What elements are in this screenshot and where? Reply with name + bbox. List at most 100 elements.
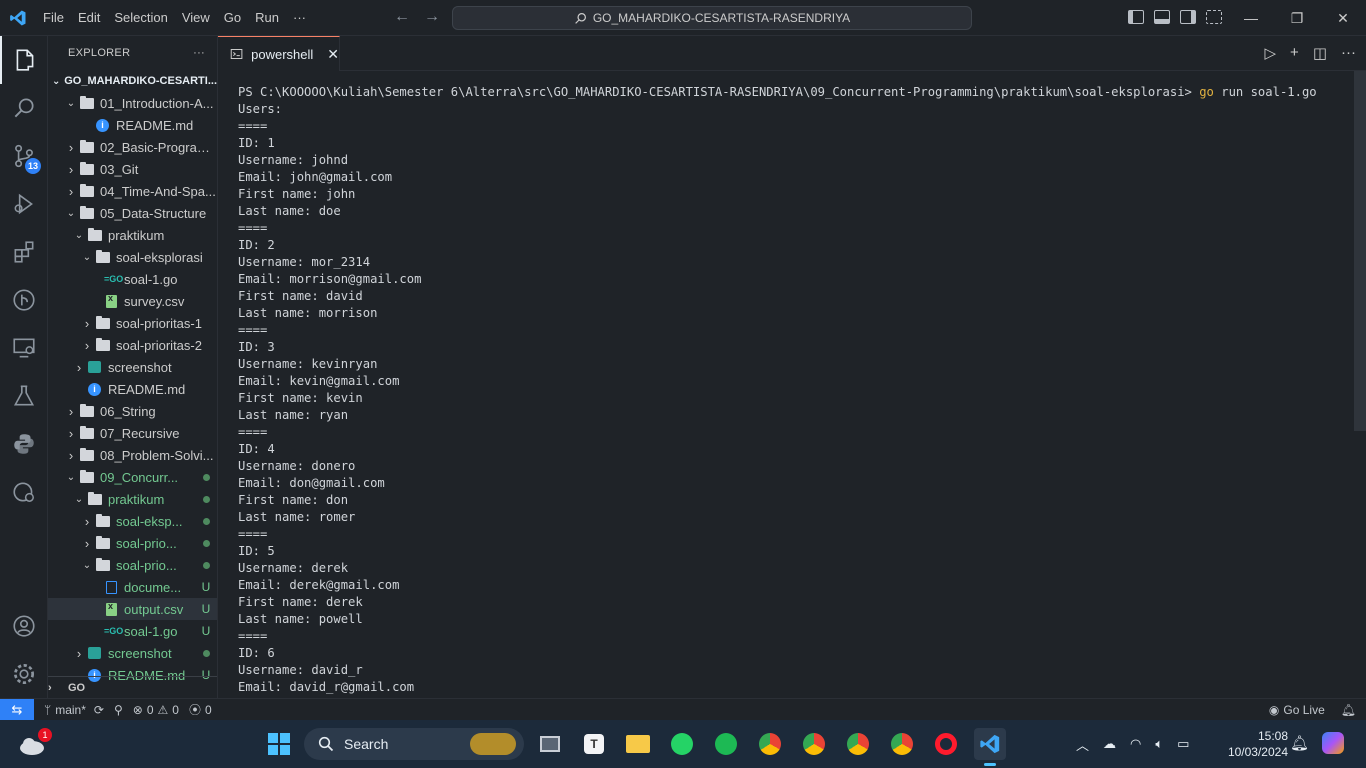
close-icon[interactable]: ✕ (327, 46, 339, 63)
accounts-icon[interactable] (0, 602, 48, 650)
copilot-icon[interactable] (1322, 732, 1344, 754)
workspace-root-folder[interactable]: ⌄ GO_MAHARDIKO-CESARTI... (48, 70, 217, 92)
battery-icon[interactable]: ▭ (1177, 736, 1189, 752)
chevron-up-icon[interactable]: ︿ (1076, 735, 1089, 754)
menu-more[interactable]: ··· (286, 0, 313, 36)
tree-folder[interactable]: › 03_Git (48, 158, 217, 180)
wifi-icon[interactable]: ◠ (1130, 736, 1141, 752)
tree-file[interactable]: output.csv U (48, 598, 217, 620)
taskbar-search[interactable]: Search (304, 728, 524, 760)
tree-folder[interactable]: › screenshot (48, 642, 217, 664)
extensions-icon[interactable] (0, 228, 48, 276)
git-graph-icon[interactable] (0, 276, 48, 324)
teams-icon[interactable]: T (578, 728, 610, 760)
tree-file[interactable]: survey.csv (48, 290, 217, 312)
docker-icon[interactable] (0, 468, 48, 516)
whatsapp-icon[interactable] (666, 728, 698, 760)
testing-icon[interactable] (0, 372, 48, 420)
new-terminal-plus-icon[interactable]: + (1290, 44, 1299, 62)
command-center-search[interactable]: GO_MAHARDIKO-CESARTISTA-RASENDRIYA (452, 6, 972, 30)
terminal-line: ID: 2 (238, 238, 275, 252)
terminal-scrollbar[interactable] (1354, 71, 1366, 431)
menu-selection[interactable]: Selection (107, 0, 174, 36)
menu-edit[interactable]: Edit (71, 0, 107, 36)
chrome-profile-icon[interactable] (798, 728, 830, 760)
volume-icon[interactable]: 🔈︎ (1155, 736, 1163, 752)
toggle-secondary-sidebar-icon[interactable] (1180, 10, 1196, 24)
tree-file[interactable]: docume... U (48, 576, 217, 598)
chrome-profile-icon[interactable] (886, 728, 918, 760)
go-section-header[interactable]: › GO (48, 676, 217, 698)
run-icon[interactable]: ▷ (1265, 44, 1277, 62)
publish-icon[interactable]: ⚲ (114, 703, 123, 717)
vscode-taskbar-icon[interactable] (974, 728, 1006, 766)
toggle-primary-sidebar-icon[interactable] (1128, 10, 1144, 24)
tree-file[interactable]: =GO soal-1.go (48, 268, 217, 290)
tree-folder[interactable]: ⌄ praktikum (48, 488, 217, 510)
tree-file[interactable]: i README.md (48, 114, 217, 136)
task-view-icon[interactable] (534, 728, 566, 760)
tree-folder[interactable]: › soal-prioritas-2 (48, 334, 217, 356)
explorer-icon[interactable] (0, 36, 48, 84)
remote-explorer-icon[interactable] (0, 324, 48, 372)
close-button[interactable]: ✕ (1320, 0, 1366, 36)
folder-icon (96, 535, 110, 549)
start-button[interactable] (268, 733, 290, 755)
menu-go[interactable]: Go (217, 0, 248, 36)
tree-folder[interactable]: › screenshot (48, 356, 217, 378)
settings-gear-icon[interactable] (0, 650, 48, 698)
tree-item-label: README.md (116, 117, 194, 133)
source-control-icon[interactable]: 13 (0, 132, 48, 180)
tree-item-label: soal-prioritas-1 (116, 315, 202, 331)
tree-folder[interactable]: › 06_String (48, 400, 217, 422)
go-live-button[interactable]: ◉ Go Live (1269, 703, 1325, 717)
more-actions-icon[interactable]: ··· (1341, 44, 1356, 62)
tree-folder[interactable]: › 08_Problem-Solvi... (48, 444, 217, 466)
weather-widget[interactable]: 1 (16, 728, 52, 760)
file-explorer-icon[interactable] (622, 728, 654, 760)
opera-icon[interactable] (930, 728, 962, 760)
forward-arrow-icon[interactable]: → (424, 8, 440, 26)
search-icon[interactable] (0, 84, 48, 132)
remote-indicator-icon[interactable]: ⇆ (0, 698, 34, 721)
tree-folder[interactable]: › 02_Basic-Program... (48, 136, 217, 158)
explorer-more-actions[interactable]: ··· (193, 47, 205, 59)
tree-folder[interactable]: › soal-prio... (48, 532, 217, 554)
terminal-output[interactable]: PS C:\KOOOOO\Kuliah\Semester 6\Alterra\s… (218, 71, 1366, 698)
menu-run[interactable]: Run (248, 0, 286, 36)
spotify-icon[interactable] (710, 728, 742, 760)
tree-file[interactable]: i README.md (48, 378, 217, 400)
tree-folder[interactable]: ⌄ praktikum (48, 224, 217, 246)
tree-file[interactable]: =GO soal-1.go U (48, 620, 217, 642)
restore-button[interactable]: ❐ (1274, 0, 1320, 36)
back-arrow-icon[interactable]: ← (394, 8, 410, 26)
run-debug-icon[interactable] (0, 180, 48, 228)
problems-indicator[interactable]: ⊗ 0 ⚠ 0 (133, 703, 179, 717)
notification-bell-icon[interactable]: 🔔︎ (1290, 734, 1309, 752)
tree-folder[interactable]: ⌄ soal-eksplorasi (48, 246, 217, 268)
onedrive-cloud-icon[interactable]: ☁ (1103, 736, 1116, 752)
menu-file[interactable]: File (36, 0, 71, 36)
tree-folder[interactable]: ⌄ 01_Introduction-A... (48, 92, 217, 114)
chrome-icon[interactable] (754, 728, 786, 760)
tree-folder[interactable]: ⌄ 05_Data-Structure (48, 202, 217, 224)
chrome-profile-icon[interactable] (842, 728, 874, 760)
tree-folder[interactable]: › 07_Recursive (48, 422, 217, 444)
taskbar-clock[interactable]: 15:08 10/03/2024 (1218, 728, 1288, 760)
tab-powershell[interactable]: powershell ✕ (218, 36, 340, 71)
tree-folder[interactable]: › 04_Time-And-Spa... (48, 180, 217, 202)
split-editor-icon[interactable]: ◫ (1313, 44, 1327, 62)
tree-folder[interactable]: ⌄ 09_Concurr... (48, 466, 217, 488)
tree-folder[interactable]: ⌄ soal-prio... (48, 554, 217, 576)
notifications-bell-icon[interactable]: 🔔︎ (1341, 703, 1356, 717)
menu-view[interactable]: View (175, 0, 217, 36)
branch-indicator[interactable]: ᛘ main* ⟳ (44, 703, 104, 717)
customize-layout-icon[interactable] (1206, 10, 1222, 24)
tree-folder[interactable]: › soal-eksp... (48, 510, 217, 532)
sync-icon[interactable]: ⟳ (94, 703, 104, 717)
ports-indicator[interactable]: ⦿ 0 (189, 701, 212, 718)
tree-folder[interactable]: › soal-prioritas-1 (48, 312, 217, 334)
python-icon[interactable] (0, 420, 48, 468)
toggle-panel-icon[interactable] (1154, 10, 1170, 24)
minimize-button[interactable]: — (1228, 0, 1274, 36)
